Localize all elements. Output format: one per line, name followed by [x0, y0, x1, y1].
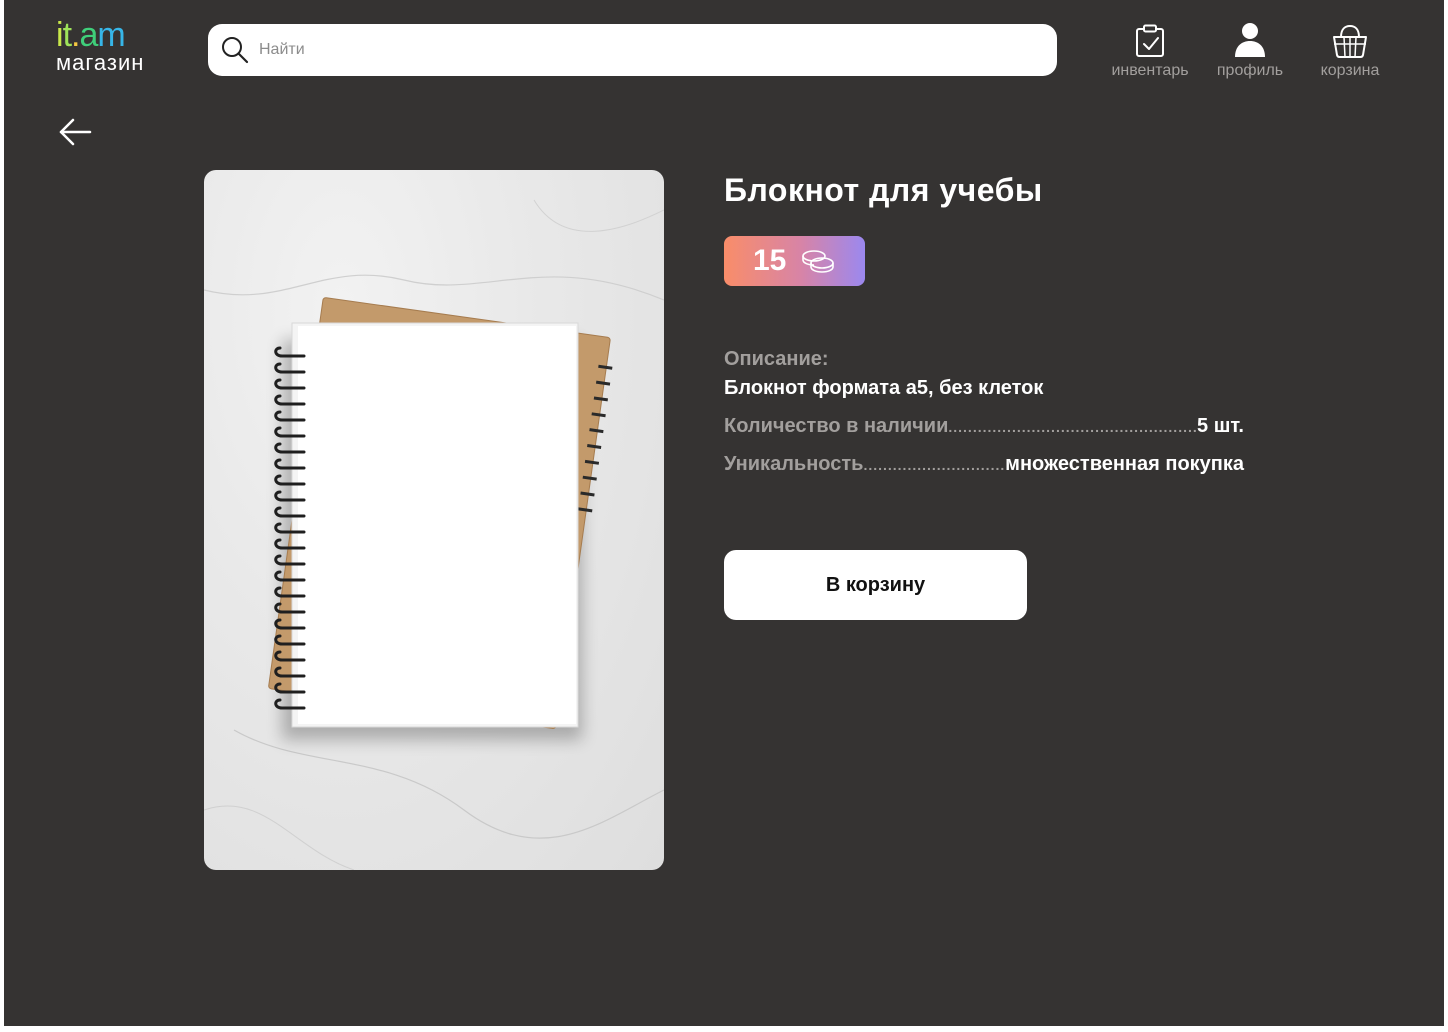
- clipboard-check-icon: [1136, 24, 1164, 57]
- search-icon: [220, 35, 250, 65]
- coins-icon: [800, 248, 836, 279]
- product-image: [204, 170, 664, 870]
- back-button[interactable]: [56, 114, 96, 150]
- dot-leader: ........................................…: [948, 419, 1198, 435]
- logo-letter: a: [79, 16, 98, 54]
- stock-label: Количество в наличии: [724, 415, 949, 437]
- user-icon: [1235, 23, 1265, 57]
- logo-letter: t: [62, 16, 73, 54]
- logo-subtitle: магазин: [56, 50, 145, 75]
- logo[interactable]: it.am магазин: [56, 18, 176, 80]
- description-label: Описание:: [724, 348, 829, 370]
- uniqueness-row: Уникальность ...........................…: [724, 453, 1244, 476]
- stock-value: 5 шт.: [1197, 415, 1244, 437]
- nav-cart[interactable]: корзина: [1300, 20, 1400, 82]
- add-to-cart-button[interactable]: В корзину: [724, 550, 1027, 620]
- arrow-left-icon: [59, 118, 92, 146]
- basket-icon: [1333, 24, 1367, 58]
- search-input[interactable]: [259, 41, 1019, 59]
- page-frame: it.am магазин инвентарь: [4, 0, 1444, 1026]
- nav-inventory[interactable]: инвентарь: [1100, 20, 1200, 82]
- logo-letter: m: [97, 16, 125, 54]
- uniqueness-value: множественная покупка: [1005, 453, 1244, 475]
- search-bar[interactable]: [208, 24, 1057, 76]
- product-info: Описание: Блокнот формата а5, без клеток…: [724, 348, 1244, 476]
- nav-profile[interactable]: профиль: [1200, 20, 1300, 82]
- nav-cart-label: корзина: [1320, 62, 1380, 79]
- stock-row: Количество в наличии ...................…: [724, 415, 1244, 438]
- logo-wordmark: it.am: [56, 18, 176, 52]
- uniqueness-label: Уникальность: [724, 453, 864, 475]
- product-title: Блокнот для учебы: [724, 172, 1043, 208]
- description-text: Блокнот формата а5, без клеток: [724, 377, 1044, 399]
- logo-letter: .: [71, 16, 81, 54]
- dot-leader: ........................................…: [863, 457, 1006, 473]
- price-badge: 15: [724, 236, 865, 286]
- nav-inventory-label: инвентарь: [1111, 62, 1189, 79]
- nav-profile-label: профиль: [1216, 62, 1284, 79]
- price-value: 15: [753, 244, 787, 277]
- notebook-illustration: [204, 199, 664, 870]
